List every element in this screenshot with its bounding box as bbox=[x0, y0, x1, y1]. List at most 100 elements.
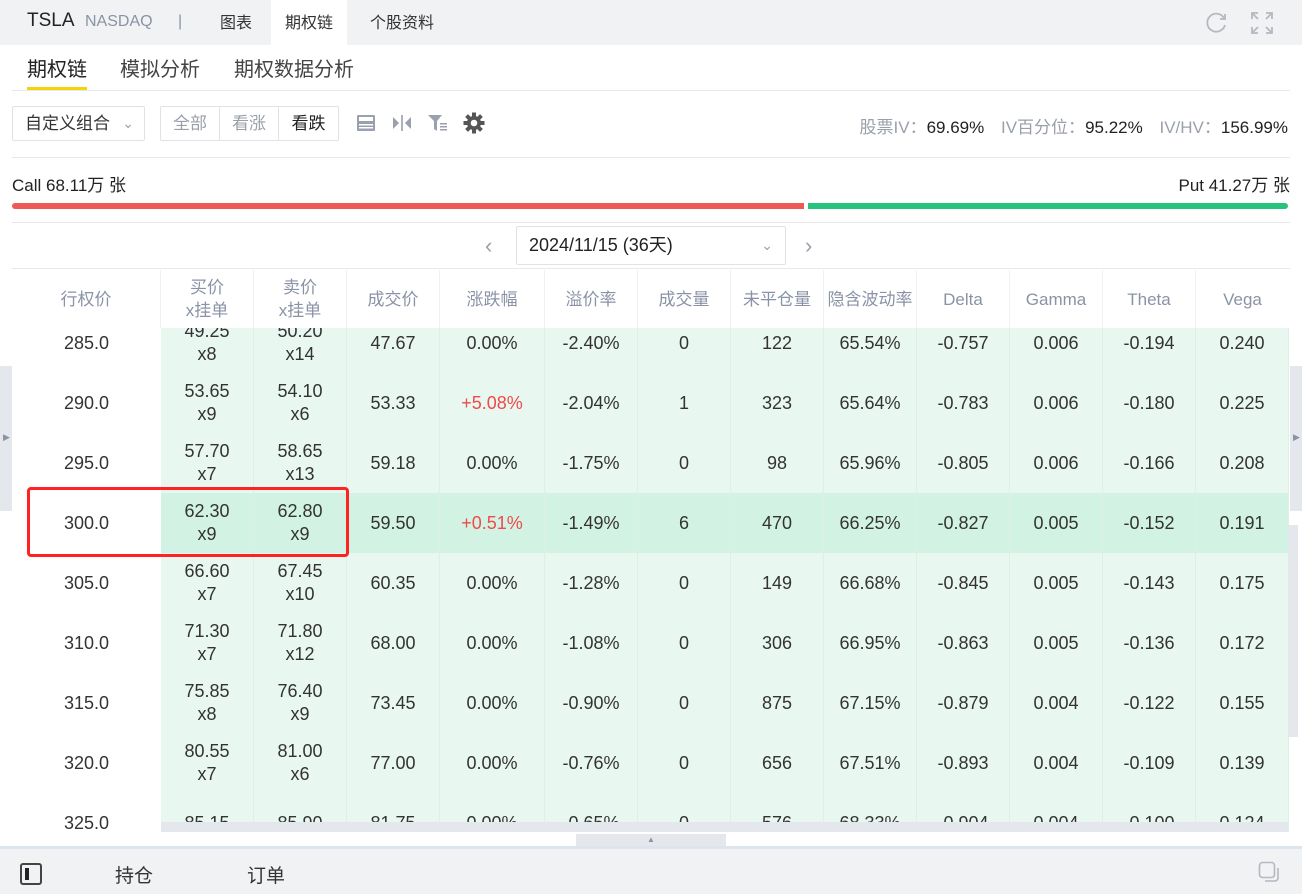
ask-cell[interactable]: 71.80 x12 bbox=[254, 613, 347, 673]
tab-chart[interactable]: 图表 bbox=[206, 0, 266, 45]
collapse-toggle[interactable]: ▲ bbox=[576, 834, 726, 846]
ask-size-value: x6 bbox=[290, 764, 310, 784]
tab-positions[interactable]: 持仓 bbox=[115, 861, 153, 888]
tab-option-chain[interactable]: 期权链 bbox=[271, 0, 348, 45]
premium-value: -2.04% bbox=[562, 392, 620, 413]
change-cell: 0.00% bbox=[440, 673, 545, 733]
chevron-left-icon[interactable]: ‹ bbox=[485, 233, 492, 259]
panel-toggle-icon[interactable] bbox=[20, 863, 42, 885]
tab-stock-profile[interactable]: 个股资料 bbox=[356, 0, 448, 45]
open-interest-cell: 656 bbox=[731, 733, 824, 793]
filter-call-button[interactable]: 看涨 bbox=[220, 107, 279, 140]
strike-cell: 285.0 bbox=[12, 328, 161, 373]
column-header[interactable]: 买价 x挂单 bbox=[161, 270, 254, 328]
gamma-value: 0.004 bbox=[1033, 692, 1079, 713]
column-header[interactable]: 未平仓量 bbox=[731, 270, 824, 328]
column-header[interactable]: 成交量 bbox=[638, 270, 731, 328]
table-row[interactable]: 295.0 57.70 x7 58.65 x13 59.18 0.00% -1.75% 0 98 6… bbox=[12, 433, 1289, 493]
column-header[interactable]: 溢价率 bbox=[545, 270, 638, 328]
column-header-text: Delta bbox=[943, 289, 983, 309]
ask-cell[interactable]: 76.40 x9 bbox=[254, 673, 347, 733]
subtab-option-chain[interactable]: 期权链 bbox=[27, 53, 87, 90]
volume-cell: 1 bbox=[638, 373, 731, 433]
bid-cell[interactable]: 80.55 x7 bbox=[161, 733, 254, 793]
ask-size-value: x14 bbox=[285, 344, 315, 364]
delta-cell: -0.827 bbox=[917, 493, 1010, 553]
column-header[interactable]: 卖价 x挂单 bbox=[254, 270, 347, 328]
left-panel-handle[interactable]: ▶ bbox=[0, 366, 12, 511]
ask-cell[interactable]: 81.00 x6 bbox=[254, 733, 347, 793]
table-row[interactable]: 290.0 53.65 x9 54.10 x6 53.33 +5.08% -2.04% 1 323… bbox=[12, 373, 1289, 433]
column-header[interactable]: Theta bbox=[1103, 270, 1196, 328]
strike-value: 310.0 bbox=[63, 632, 110, 653]
iv-value: 66.68% bbox=[839, 572, 901, 593]
table-row[interactable]: 320.0 80.55 x7 81.00 x6 77.00 0.00% -0.76% 0 656 6… bbox=[12, 733, 1289, 793]
column-header[interactable]: 隐含波动率 bbox=[824, 270, 917, 328]
expiry-date-select[interactable]: 2024/11/15 (36天) ⌄ bbox=[516, 226, 786, 265]
subtab-option-data-analysis[interactable]: 期权数据分析 bbox=[234, 53, 354, 82]
iv-cell: 65.54% bbox=[824, 328, 917, 373]
column-header[interactable]: Vega bbox=[1196, 270, 1289, 328]
premium-value: -0.76% bbox=[562, 752, 620, 773]
bid-cell[interactable]: 49.25 x8 bbox=[161, 328, 254, 373]
column-header-label: 未平仓量 bbox=[743, 288, 811, 311]
subtab-simulation[interactable]: 模拟分析 bbox=[120, 53, 200, 82]
right-panel-handle[interactable]: ▶ bbox=[1290, 366, 1302, 511]
volume-cell: 0 bbox=[638, 673, 731, 733]
gamma-value: 0.006 bbox=[1033, 452, 1079, 473]
settings-gear-icon[interactable] bbox=[462, 111, 486, 135]
vega-value: 0.172 bbox=[1219, 632, 1265, 653]
strategy-select[interactable]: 自定义组合 ⌄ bbox=[12, 106, 145, 141]
table-row[interactable]: 305.0 66.60 x7 67.45 x10 60.35 0.00% -1.28% 0 149… bbox=[12, 553, 1289, 613]
column-header[interactable]: Gamma bbox=[1010, 270, 1103, 328]
bid-cell[interactable]: 57.70 x7 bbox=[161, 433, 254, 493]
bid-cell[interactable]: 75.85 x8 bbox=[161, 673, 254, 733]
theta-value: -0.180 bbox=[1123, 392, 1175, 413]
table-row[interactable]: 300.0 62.30 x9 62.80 x9 59.50 +0.51% -1.49% 6 470… bbox=[12, 493, 1289, 553]
column-header[interactable]: 涨跌幅 bbox=[440, 270, 545, 328]
column-header[interactable]: Delta bbox=[917, 270, 1010, 328]
ask-cell[interactable]: 54.10 x6 bbox=[254, 373, 347, 433]
column-header-text: 卖价 bbox=[283, 278, 317, 297]
bid-cell[interactable]: 66.60 x7 bbox=[161, 553, 254, 613]
refresh-icon[interactable] bbox=[1204, 10, 1230, 36]
vertical-scrollbar[interactable] bbox=[1288, 525, 1298, 737]
tab-orders[interactable]: 订单 bbox=[247, 861, 285, 888]
chevron-right-icon[interactable]: › bbox=[805, 233, 812, 259]
bid-cell[interactable]: 62.30 x9 bbox=[161, 493, 254, 553]
ask-cell[interactable]: 62.80 x9 bbox=[254, 493, 347, 553]
open-interest-cell: 306 bbox=[731, 613, 824, 673]
bid-value: 71.30 bbox=[184, 621, 230, 641]
bid-cell[interactable]: 71.30 x7 bbox=[161, 613, 254, 673]
last-value: 60.35 bbox=[370, 572, 416, 593]
iv-cell: 66.25% bbox=[824, 493, 917, 553]
filter-put-button[interactable]: 看跌 bbox=[279, 107, 338, 140]
split-compare-icon[interactable] bbox=[390, 111, 414, 135]
open-interest-cell: 149 bbox=[731, 553, 824, 613]
table-row[interactable]: 285.0 49.25 x8 50.20 x14 47.67 0.00% -2.40% 0 122… bbox=[12, 328, 1289, 373]
premium-cell: -1.75% bbox=[545, 433, 638, 493]
layout-icon[interactable] bbox=[354, 111, 378, 135]
table-row[interactable]: 315.0 75.85 x8 76.40 x9 73.45 0.00% -0.90% 0 875 6… bbox=[12, 673, 1289, 733]
premium-cell: -2.04% bbox=[545, 373, 638, 433]
vega-cell: 0.155 bbox=[1196, 673, 1289, 733]
column-header[interactable]: 行权价 bbox=[12, 270, 161, 328]
column-header-label: Gamma bbox=[1026, 288, 1086, 311]
bid-cell[interactable]: 53.65 x9 bbox=[161, 373, 254, 433]
table-row[interactable]: 310.0 71.30 x7 71.80 x12 68.00 0.00% -1.08% 0 306… bbox=[12, 613, 1289, 673]
ask-cell[interactable]: 67.45 x10 bbox=[254, 553, 347, 613]
premium-cell: -0.90% bbox=[545, 673, 638, 733]
volume-value: 0 bbox=[678, 452, 689, 473]
copy-window-icon[interactable] bbox=[1258, 861, 1280, 883]
delta-cell: -0.863 bbox=[917, 613, 1010, 673]
ask-cell[interactable]: 58.65 x13 bbox=[254, 433, 347, 493]
filter-list-icon[interactable] bbox=[426, 111, 450, 135]
ask-cell[interactable]: 50.20 x14 bbox=[254, 328, 347, 373]
column-header[interactable]: 成交价 bbox=[347, 270, 440, 328]
premium-cell: -1.08% bbox=[545, 613, 638, 673]
strike-cell: 315.0 bbox=[12, 673, 161, 733]
filter-all-button[interactable]: 全部 bbox=[161, 107, 220, 140]
divider bbox=[12, 157, 1290, 158]
horizontal-scrollbar[interactable] bbox=[161, 822, 1288, 832]
fullscreen-icon[interactable] bbox=[1249, 10, 1275, 36]
